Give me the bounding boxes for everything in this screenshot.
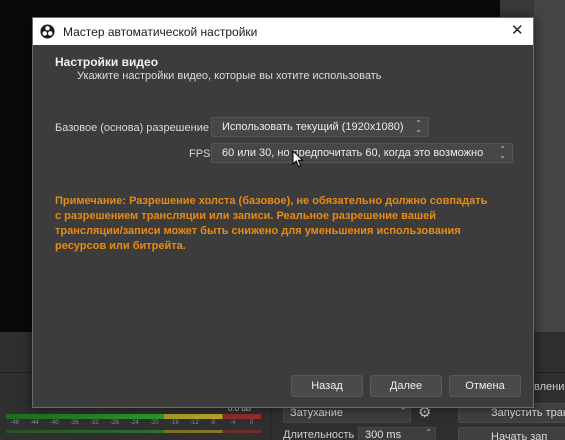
back-button[interactable]: Назад [291, 375, 363, 397]
updown-chevron-icon: ⌃ ⌄ [499, 145, 506, 160]
next-button[interactable]: Далее [370, 375, 442, 397]
dialog-titlebar[interactable]: Мастер автоматической настройки ✕ [33, 18, 533, 45]
base-resolution-value: Использовать текущий (1920x1080) [222, 121, 404, 133]
base-resolution-select[interactable]: Использовать текущий (1920x1080) ⌃ ⌄ [211, 117, 429, 137]
note-line: трансляции/записи может быть снижено для… [55, 225, 461, 237]
section-title: Настройки видео [55, 55, 159, 69]
mouse-pointer-icon [292, 150, 304, 168]
duration-spinbox[interactable]: 300 ms ⌃ [358, 427, 436, 440]
note-line: Примечание: Разрешение холста (базовое),… [55, 195, 488, 207]
meter-tick: -44 [30, 420, 39, 426]
fps-label: FPS [189, 148, 211, 160]
meter-tick: -8 [210, 420, 216, 426]
meter-tick: -24 [130, 420, 139, 426]
meter-tick: -16 [170, 420, 179, 426]
controls-dock-title: вления [534, 381, 565, 393]
meter-tick: -40 [50, 420, 59, 426]
fps-select[interactable]: 60 или 30, но предпочитать 60, когда это… [211, 143, 513, 163]
fps-value: 60 или 30, но предпочитать 60, когда это… [222, 147, 484, 159]
meter-tick: -28 [110, 420, 119, 426]
meter-tick: 0 [250, 420, 254, 426]
duration-label: Длительность [283, 429, 355, 440]
audio-meter-ticks: -48 -44 -40 -36 -32 -28 -24 -20 -16 -12 … [6, 420, 261, 440]
meter-tick: -48 [10, 420, 19, 426]
section-subtitle: Укажите настройки видео, которые вы хоти… [77, 70, 382, 82]
audio-meter-bar [6, 414, 261, 419]
auto-config-wizard-dialog: Мастер автоматической настройки ✕ Настро… [32, 17, 534, 408]
meter-tick: -32 [90, 420, 99, 426]
note-line: ресурсов или битрейта. [55, 240, 186, 252]
resolution-note: Примечание: Разрешение холста (базовое),… [55, 194, 510, 254]
transition-select-value: Затухание [290, 407, 344, 419]
dialog-title: Мастер автоматической настройки [63, 25, 258, 39]
close-icon[interactable]: ✕ [511, 21, 524, 39]
meter-tick: -12 [190, 420, 199, 426]
note-line: с разрешением трансляции или записи. Реа… [55, 210, 436, 222]
obs-logo-icon [40, 24, 55, 39]
meter-tick: -36 [70, 420, 79, 426]
cancel-button[interactable]: Отмена [449, 375, 521, 397]
spin-up-icon[interactable]: ⌃ [425, 428, 432, 437]
base-resolution-label: Базовое (основа) разрешение [55, 122, 209, 134]
start-recording-button[interactable]: Начать зап [458, 427, 565, 440]
duration-value: 300 ms [365, 429, 402, 440]
updown-chevron-icon: ⌃ ⌄ [415, 119, 422, 134]
meter-tick: -20 [150, 420, 159, 426]
meter-tick: -4 [230, 420, 236, 426]
